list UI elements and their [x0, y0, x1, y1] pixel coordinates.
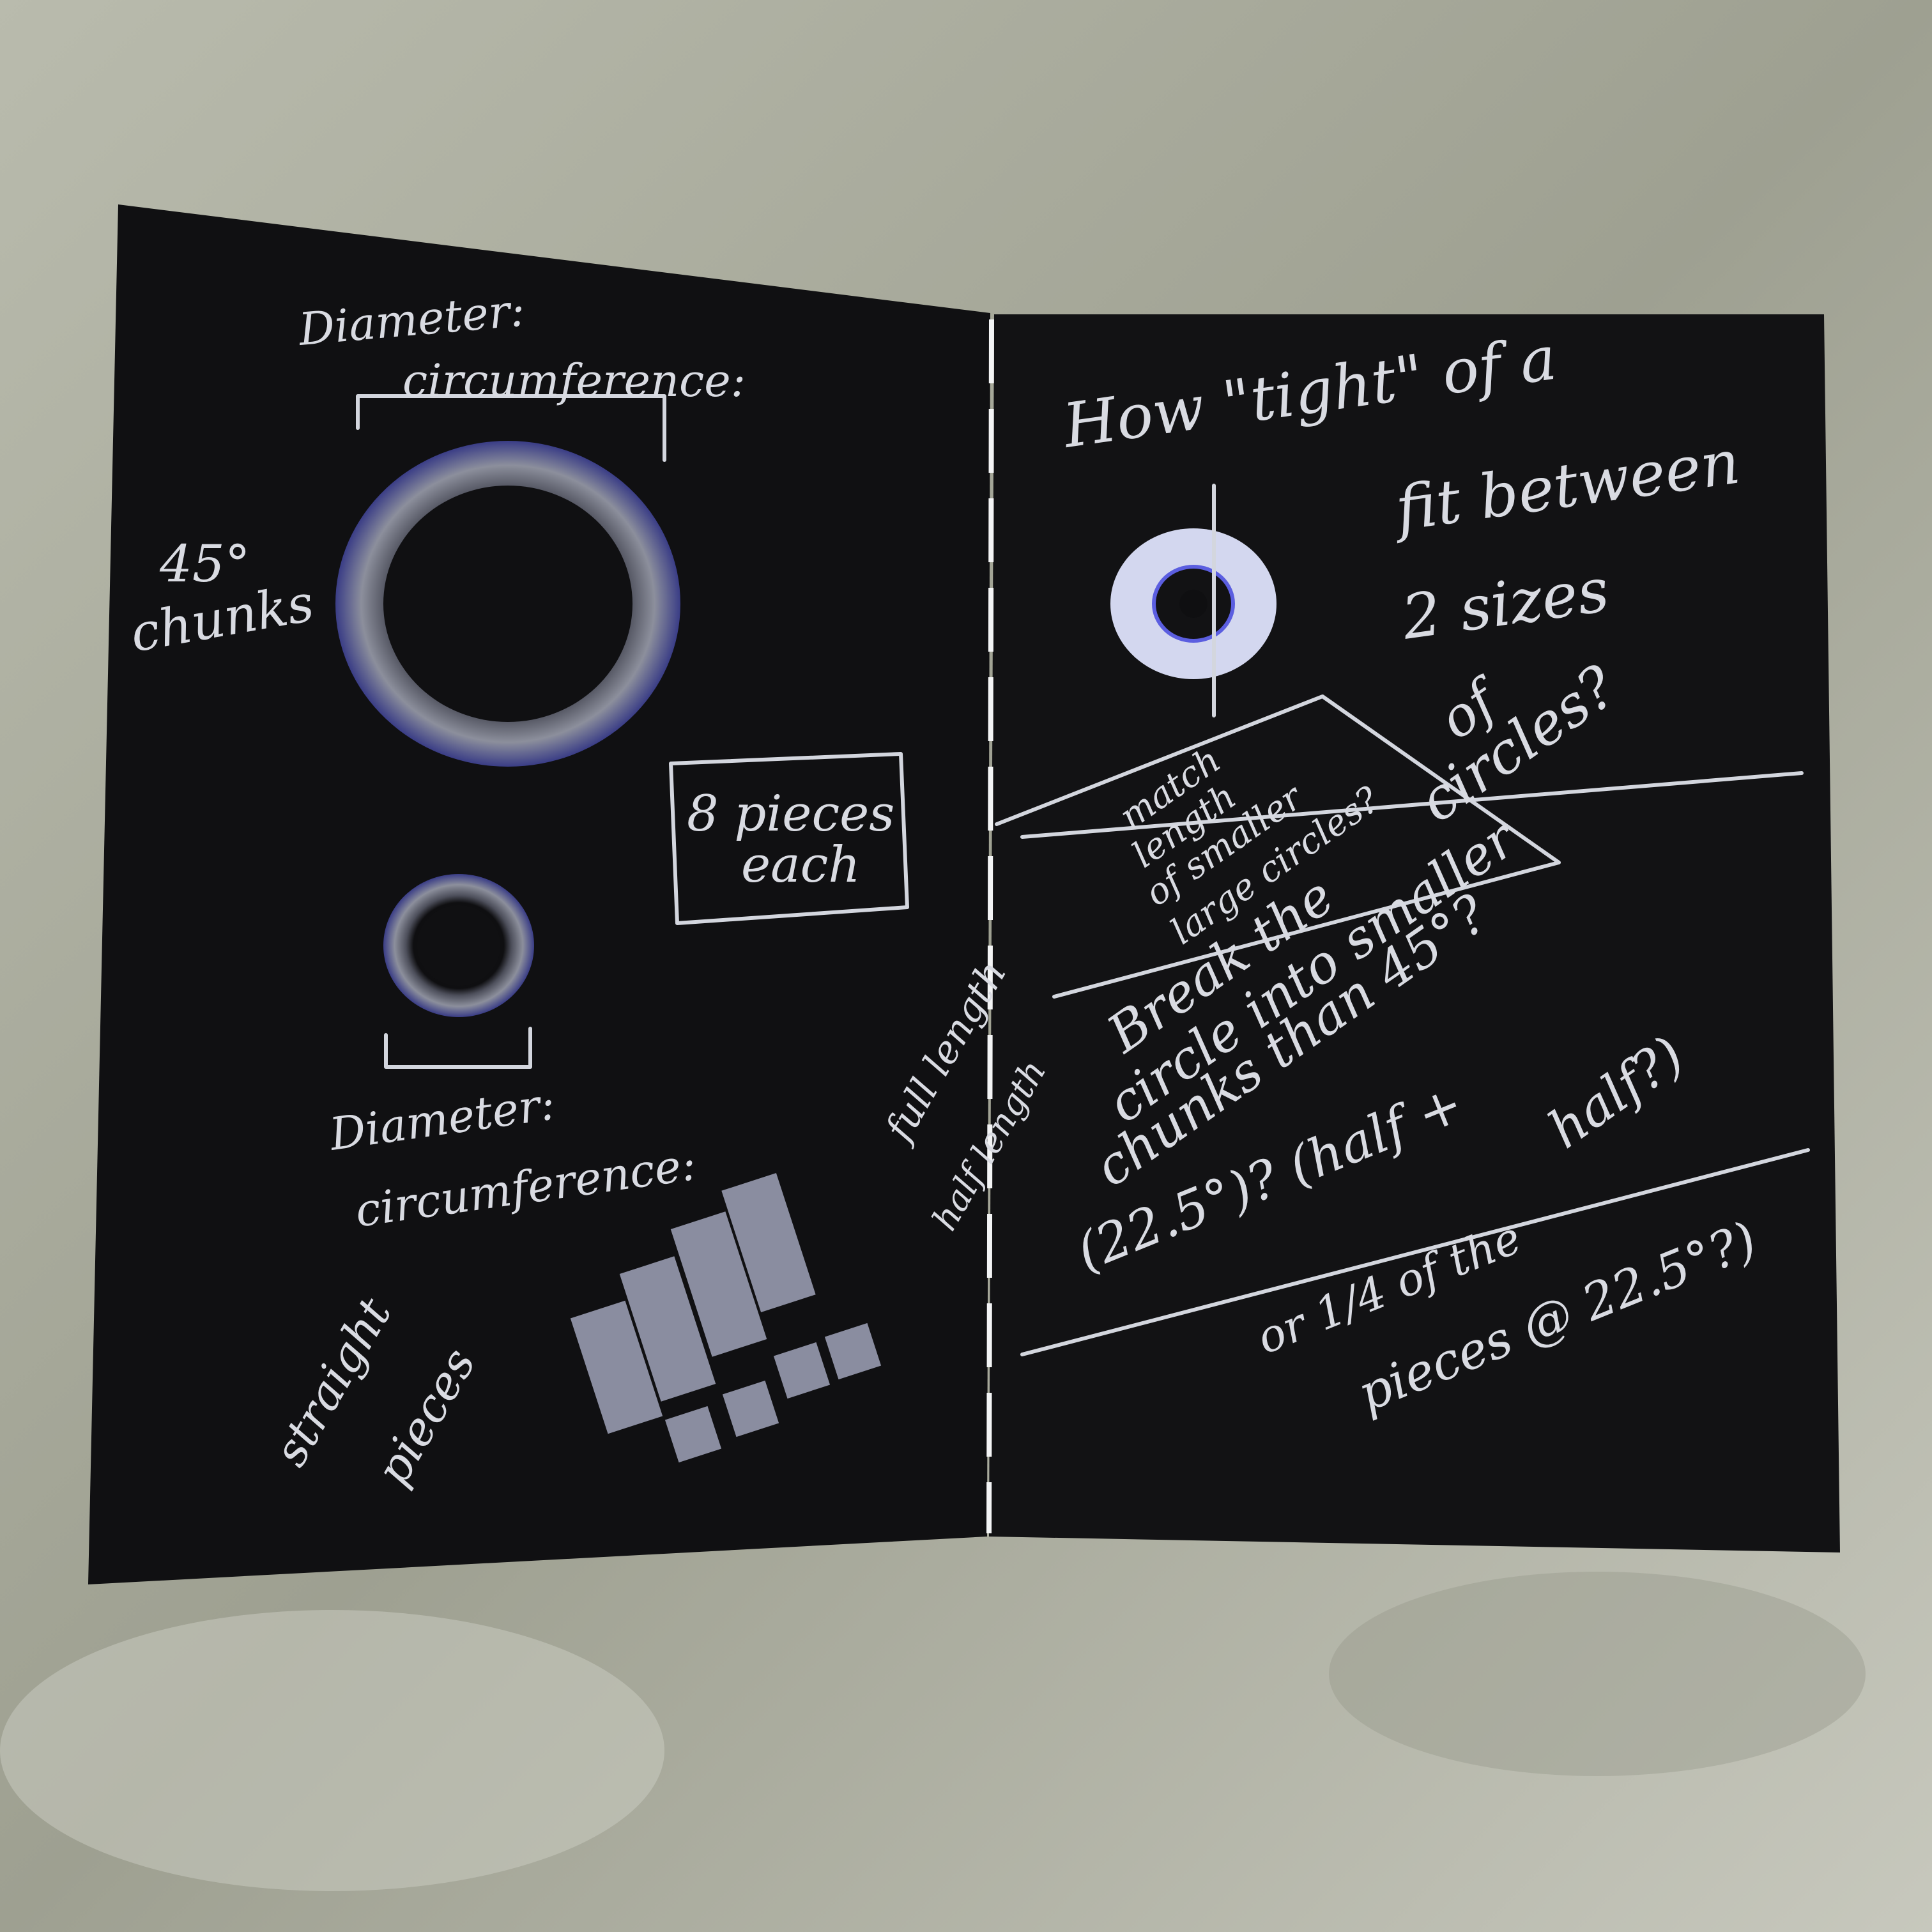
- background-reflection: [1329, 1572, 1866, 1776]
- notebook-photo: Diameter: circumference: 45° chunks 8 pi…: [0, 0, 1932, 1932]
- pieces-count-label: 8 pieces: [687, 785, 894, 843]
- left-page: [88, 204, 990, 1584]
- pieces-each-label: each: [741, 836, 861, 894]
- background-reflection: [0, 1610, 664, 1891]
- top-circumference-label: circumference:: [402, 355, 746, 407]
- chunks-degree-label: 45°: [159, 534, 250, 594]
